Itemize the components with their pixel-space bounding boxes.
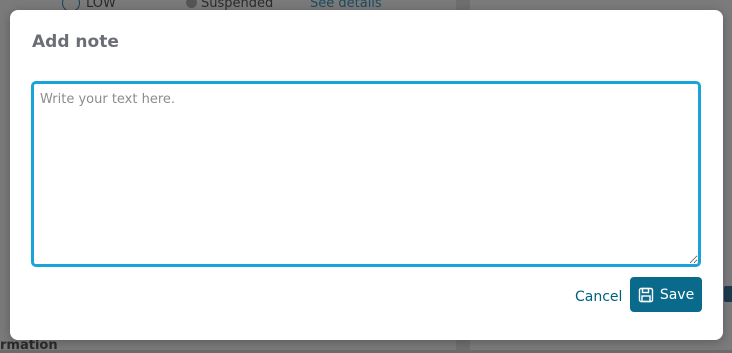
note-textarea-container: [31, 81, 701, 267]
status-dot-icon: [186, 0, 197, 8]
section-heading: rmation: [0, 338, 58, 353]
add-note-dialog: Add note Cancel Save: [10, 10, 723, 340]
dialog-title: Add note: [32, 32, 119, 52]
cancel-button[interactable]: Cancel: [569, 286, 628, 308]
checkbox-icon: [724, 286, 732, 302]
save-icon: [638, 287, 654, 303]
note-textarea[interactable]: [34, 84, 698, 264]
save-button-label: Save: [659, 286, 695, 303]
save-button[interactable]: Save: [630, 277, 702, 312]
